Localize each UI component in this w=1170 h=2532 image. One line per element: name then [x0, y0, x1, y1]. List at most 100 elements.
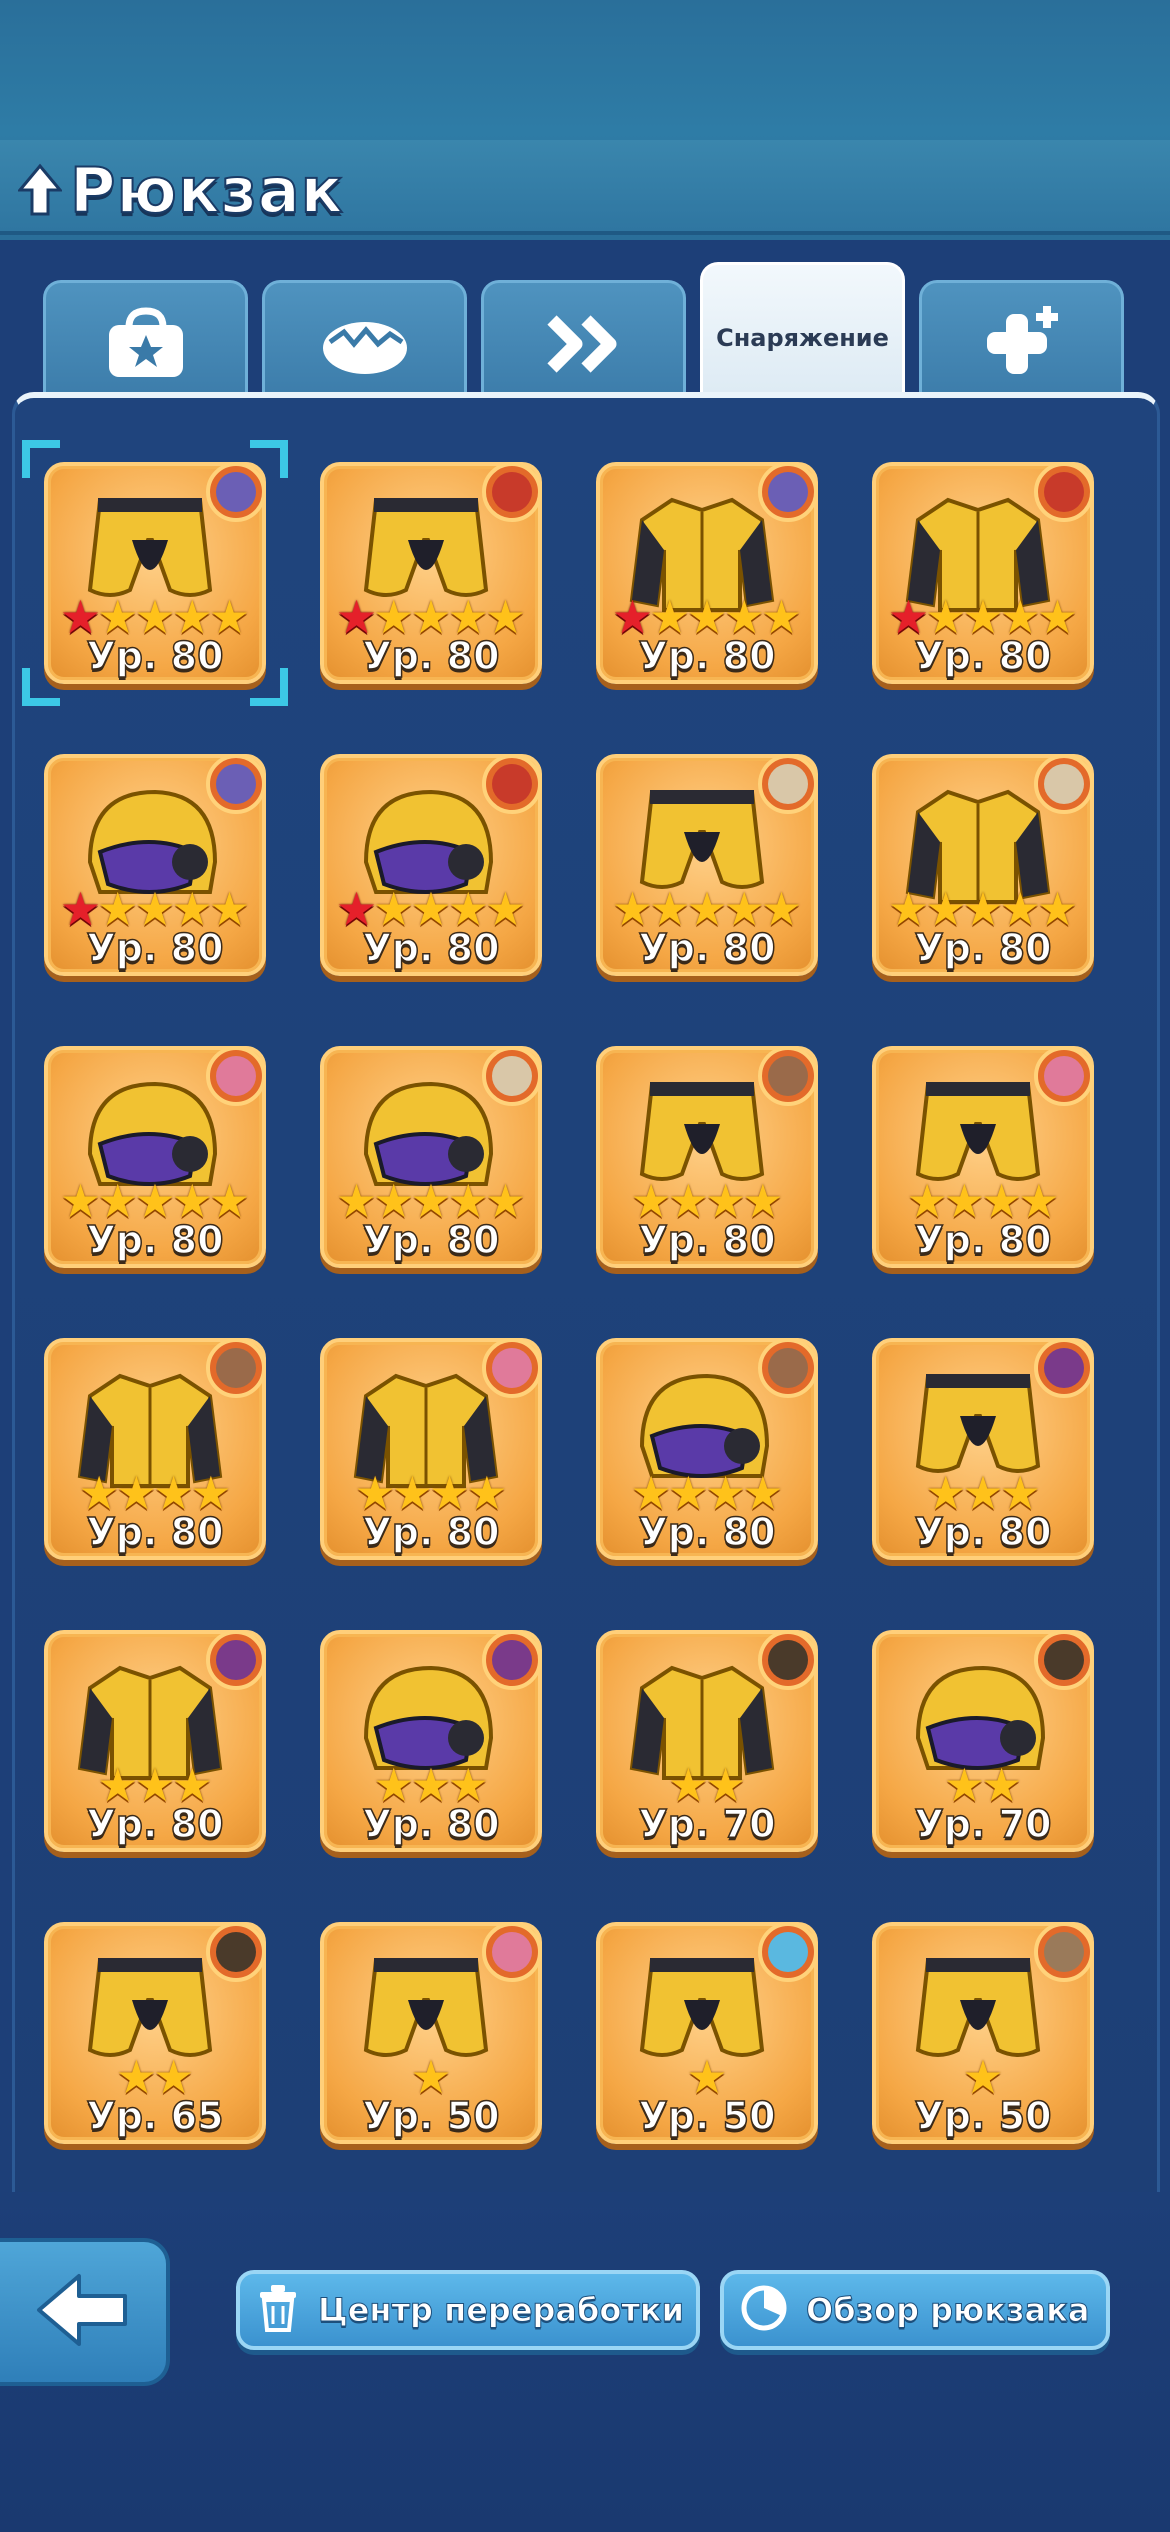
fast-forward-icon	[544, 314, 624, 379]
pie-chart-icon	[738, 2282, 790, 2339]
item-level: Ур. 80	[638, 925, 777, 971]
avatar-face	[768, 1932, 808, 1972]
equipment-item[interactable]: ★ ★ ★ ★ ★ Ур. 80	[596, 462, 818, 684]
avatar-face	[492, 1348, 532, 1388]
equipment-item[interactable]: ★ ★ ★ ★ Ур. 80	[320, 1338, 542, 1560]
hero-avatar	[758, 754, 818, 814]
bag-icon	[103, 307, 189, 386]
avatar-face	[492, 1640, 532, 1680]
avatar-face	[768, 1348, 808, 1388]
tab-upgrade[interactable]	[481, 280, 686, 410]
item-level: Ур. 65	[86, 2093, 225, 2139]
equipment-item[interactable]: ★ ★ ★ ★ ★ Ур. 80	[320, 462, 542, 684]
backpack-overview-label: Обзор рюкзака	[805, 2291, 1090, 2330]
avatar-face	[216, 1056, 256, 1096]
avatar-face	[492, 764, 532, 804]
hero-avatar	[482, 1922, 542, 1982]
equipment-item[interactable]: ★ ★ ★ ★ ★ Ур. 80	[320, 1046, 542, 1268]
trash-icon	[254, 2282, 302, 2339]
equipment-item[interactable]: ★ Ур. 50	[320, 1922, 542, 2144]
hero-avatar	[482, 754, 542, 814]
avatar-face	[768, 472, 808, 512]
item-level: Ур. 70	[638, 1801, 777, 1847]
equipment-item[interactable]: ★ ★ ★ Ур. 80	[320, 1630, 542, 1852]
item-level: Ур. 80	[362, 1509, 501, 1555]
equipment-item[interactable]: ★ ★ ★ ★ ★ Ур. 80	[44, 754, 266, 976]
equipment-item[interactable]: ★ ★ ★ ★ Ур. 80	[596, 1338, 818, 1560]
hero-avatar	[482, 462, 542, 522]
item-level: Ур. 80	[638, 633, 777, 679]
item-level: Ур. 80	[362, 633, 501, 679]
bottom-bar	[0, 2192, 1170, 2532]
page-title: Рюкзак	[69, 153, 344, 228]
equipment-item[interactable]: ★ ★ ★ ★ ★ Ур. 80	[872, 462, 1094, 684]
selection-corner	[250, 440, 288, 478]
hero-avatar	[758, 462, 818, 522]
hero-avatar	[1034, 754, 1094, 814]
hero-avatar	[1034, 1046, 1094, 1106]
equipment-item[interactable]: ★ ★ ★ ★ ★ Ур. 80	[22, 440, 288, 706]
avatar-face	[768, 1056, 808, 1096]
item-level: Ур. 80	[86, 925, 225, 971]
tab-bag[interactable]	[43, 280, 248, 410]
hero-avatar	[1034, 1630, 1094, 1690]
avatar-face	[768, 1640, 808, 1680]
title-area: Рюкзак	[18, 150, 344, 230]
hero-avatar	[758, 1922, 818, 1982]
hero-avatar	[758, 1046, 818, 1106]
hero-avatar	[482, 1338, 542, 1398]
tab-puzzle[interactable]	[919, 280, 1124, 410]
equipment-item[interactable]: ★ ★ ★ ★ ★ Ур. 80	[872, 754, 1094, 976]
equipment-grid: ★ ★ ★ ★ ★ Ур. 80 ★ ★ ★ ★ ★ Ур. 80 ★ ★ ★ ★ ★ Ур. 80 ★ ★ ★ ★ ★ Ур…	[22, 440, 1126, 2144]
arrow-up-icon	[18, 162, 62, 218]
equipment-item[interactable]: ★ ★ ★ ★ Ур. 80	[44, 1338, 266, 1560]
hero-avatar	[1034, 1922, 1094, 1982]
back-button[interactable]	[0, 2238, 170, 2386]
avatar-face	[216, 472, 256, 512]
equipment-item[interactable]: ★ ★ ★ ★ ★ Ур. 80	[44, 1046, 266, 1268]
tab-equipment-label: Снаряжение	[716, 323, 889, 352]
equipment-item[interactable]: ★ ★ ★ ★ Ур. 80	[596, 1046, 818, 1268]
selection-corner	[22, 440, 60, 478]
equipment-item[interactable]: ★ ★ Ур. 70	[596, 1630, 818, 1852]
avatar-face	[492, 1932, 532, 1972]
item-level: Ур. 80	[86, 1509, 225, 1555]
item-level: Ур. 80	[86, 633, 225, 679]
avatar-face	[216, 1348, 256, 1388]
backpack-overview-button[interactable]: Обзор рюкзака	[720, 2270, 1110, 2350]
item-level: Ур. 80	[914, 1509, 1053, 1555]
avatar-face	[1044, 1348, 1084, 1388]
item-level: Ур. 50	[638, 2093, 777, 2139]
equipment-item[interactable]: ★ ★ ★ Ур. 80	[872, 1338, 1094, 1560]
selection-corner	[250, 668, 288, 706]
avatar-face	[492, 472, 532, 512]
tab-equipment[interactable]: Снаряжение	[700, 262, 905, 410]
equipment-item[interactable]: ★ Ур. 50	[872, 1922, 1094, 2144]
item-level: Ур. 80	[638, 1217, 777, 1263]
item-level: Ур. 80	[362, 925, 501, 971]
item-level: Ур. 80	[914, 925, 1053, 971]
item-level: Ур. 80	[914, 633, 1053, 679]
hero-avatar	[206, 1046, 266, 1106]
egg-icon	[320, 312, 410, 381]
equipment-item[interactable]: ★ ★ Ур. 70	[872, 1630, 1094, 1852]
avatar-face	[1044, 472, 1084, 512]
back-arrow-icon	[35, 2270, 131, 2355]
item-level: Ур. 80	[362, 1801, 501, 1847]
equipment-item[interactable]: ★ ★ ★ ★ ★ Ур. 80	[596, 754, 818, 976]
hero-avatar	[758, 1630, 818, 1690]
tab-egg[interactable]	[262, 280, 467, 410]
equipment-item[interactable]: ★ ★ ★ ★ Ур. 80	[872, 1046, 1094, 1268]
hero-avatar	[758, 1338, 818, 1398]
recycle-center-button[interactable]: Центр переработки	[236, 2270, 700, 2350]
hero-avatar	[206, 1630, 266, 1690]
avatar-face	[1044, 1640, 1084, 1680]
item-level: Ур. 50	[362, 2093, 501, 2139]
avatar-face	[768, 764, 808, 804]
avatar-face	[1044, 1056, 1084, 1096]
equipment-item[interactable]: ★ ★ ★ Ур. 80	[44, 1630, 266, 1852]
equipment-item[interactable]: ★ ★ ★ ★ ★ Ур. 80	[320, 754, 542, 976]
avatar-face	[1044, 1932, 1084, 1972]
equipment-item[interactable]: ★ ★ Ур. 65	[44, 1922, 266, 2144]
equipment-item[interactable]: ★ Ур. 50	[596, 1922, 818, 2144]
